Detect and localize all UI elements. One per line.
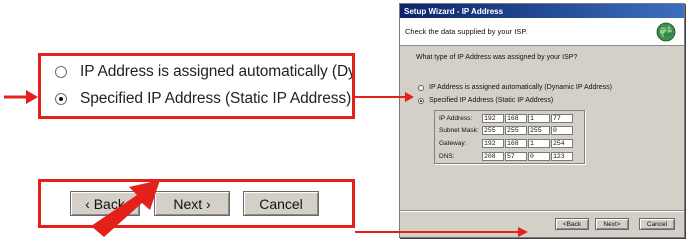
callout-arrow-buttons-icon <box>518 227 528 237</box>
callout-arrow-radio-icon <box>405 92 414 102</box>
pointer-arrow-icon <box>91 180 160 237</box>
callout-arrow-left-icon <box>26 90 38 104</box>
callout-overlay <box>4 90 528 237</box>
